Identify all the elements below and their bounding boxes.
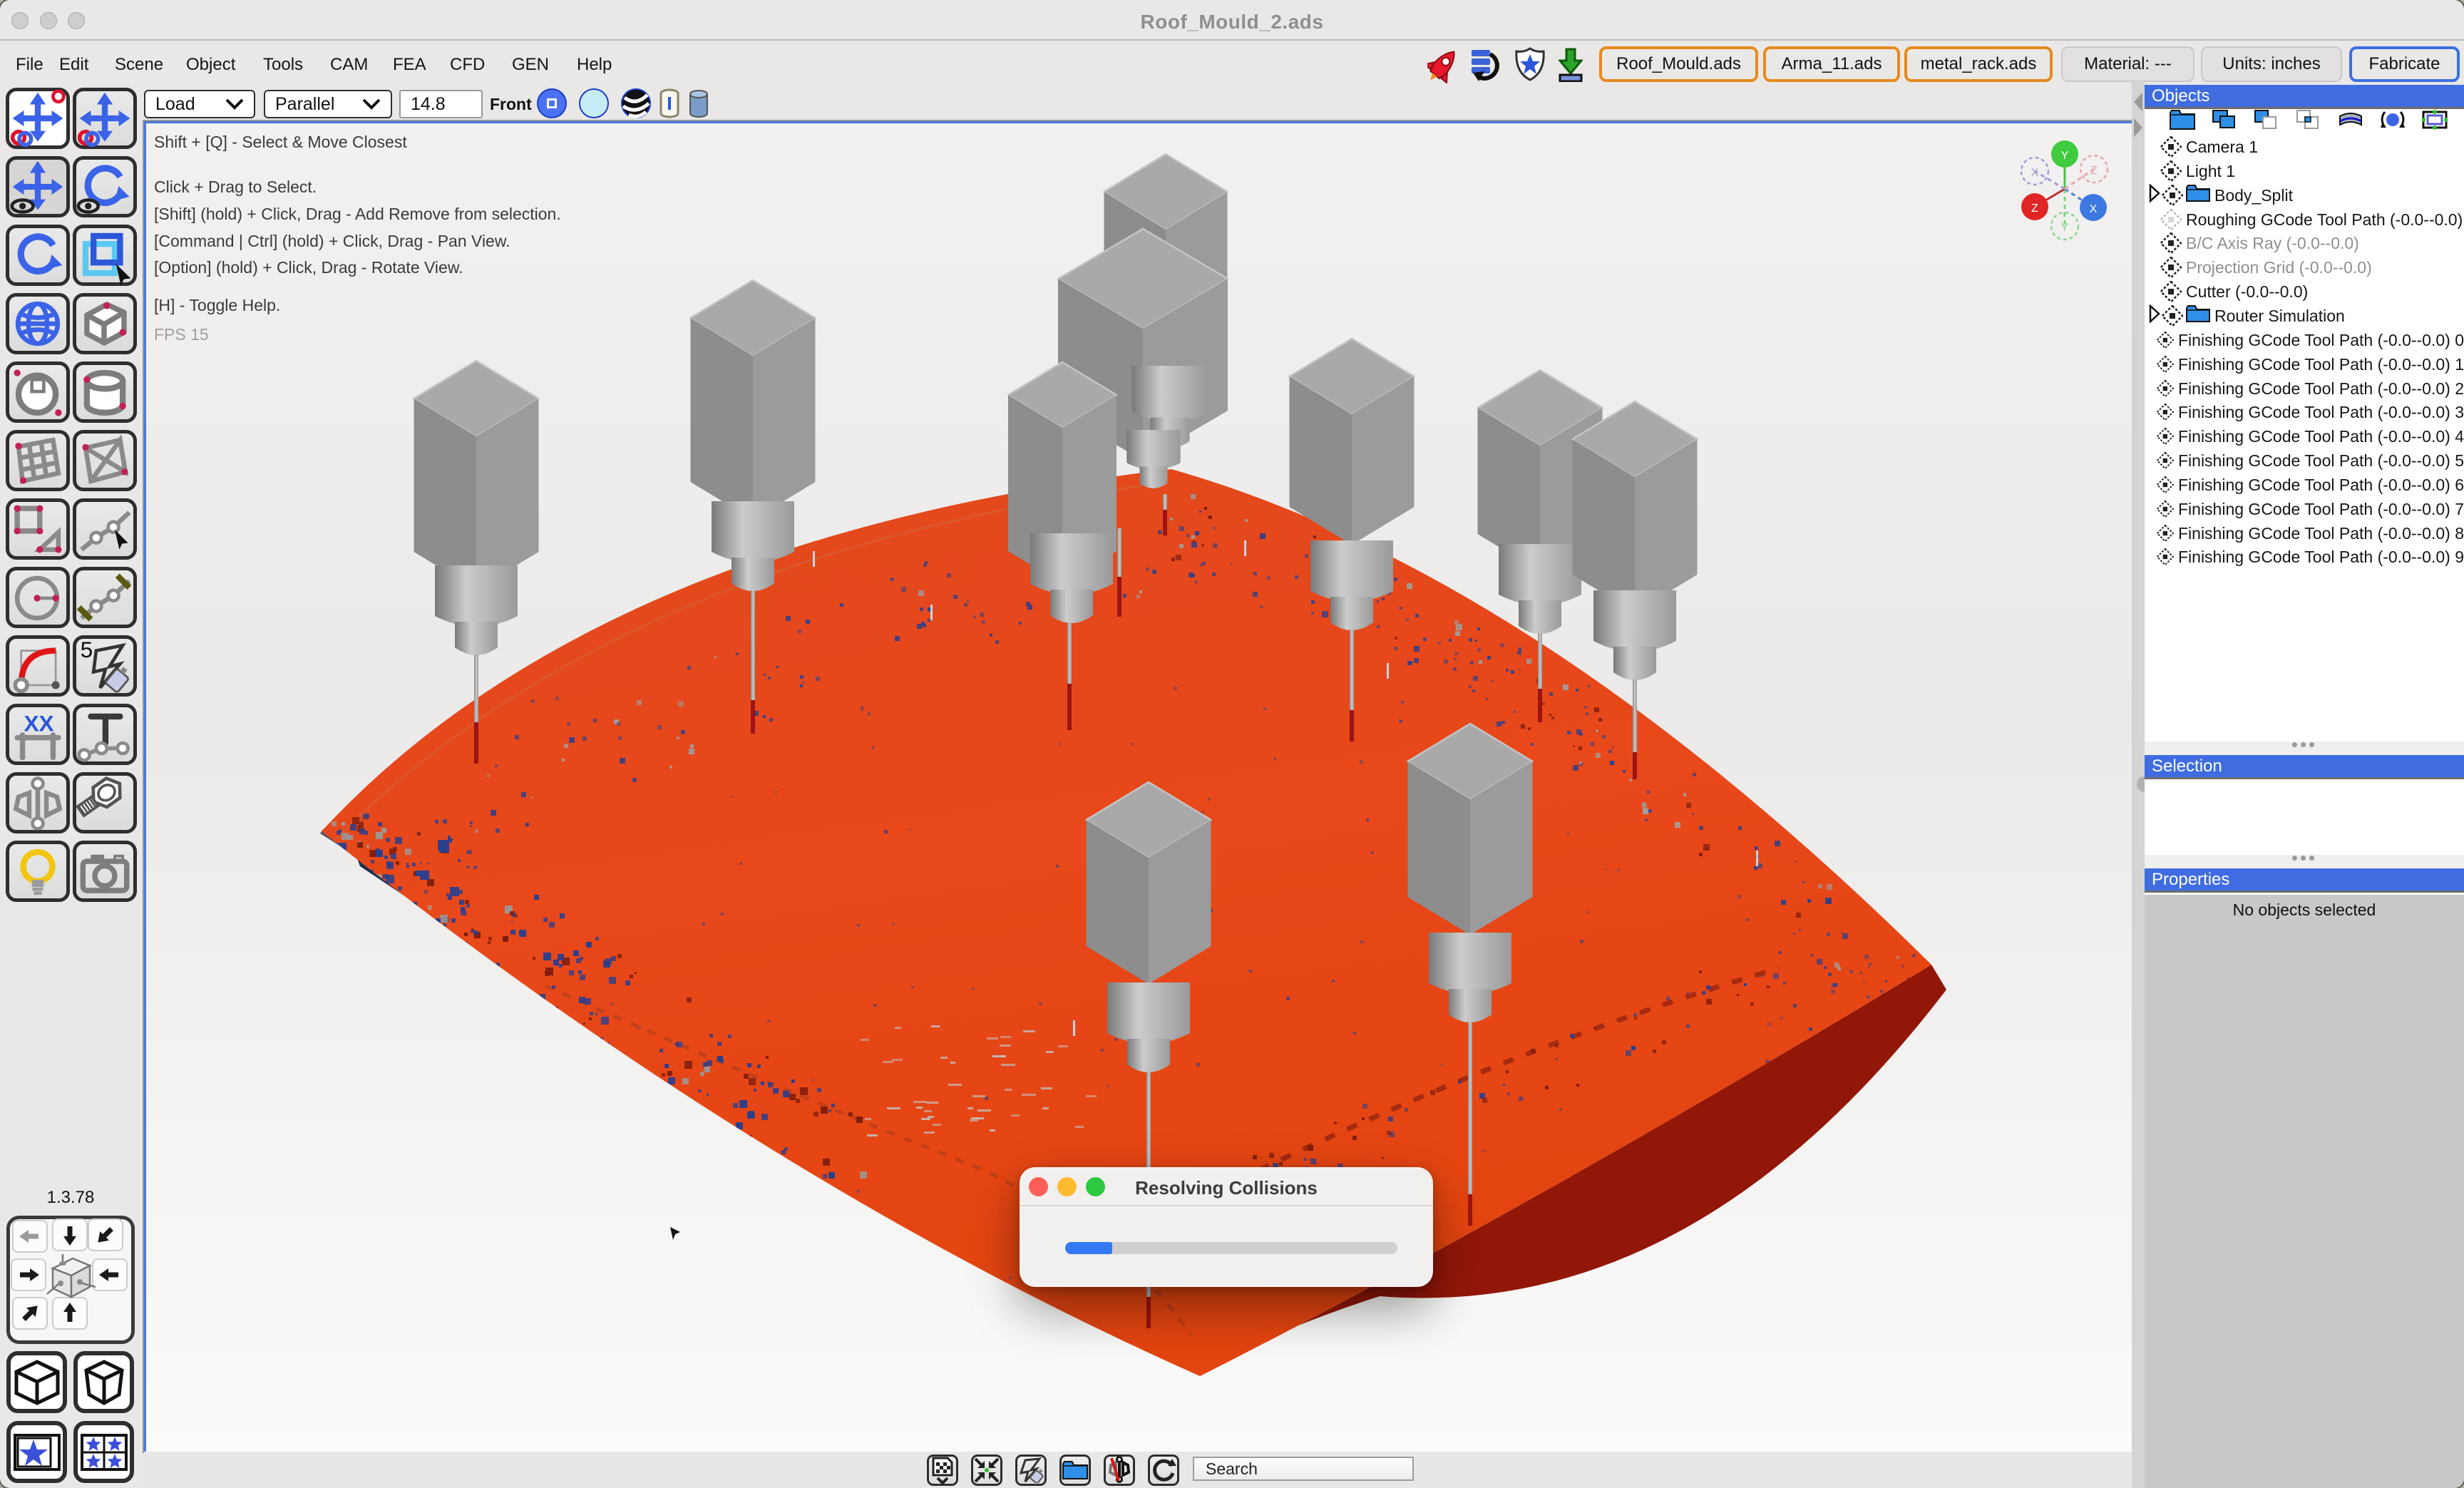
svg-text:Z: Z — [2031, 202, 2038, 215]
svg-text:X: X — [2031, 167, 2039, 179]
svg-text:Y: Y — [2061, 222, 2069, 234]
svg-text:Y: Y — [2061, 150, 2069, 162]
svg-text:XX: XX — [24, 710, 53, 736]
svg-text:Z: Z — [2090, 165, 2098, 177]
svg-text:5: 5 — [81, 637, 93, 662]
svg-text:X: X — [2090, 203, 2098, 215]
